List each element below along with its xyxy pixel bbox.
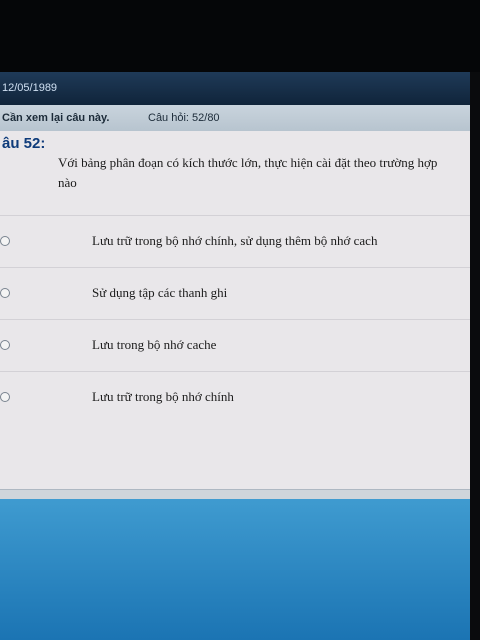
answer-option-label: Lưu trữ trong bộ nhớ chính, sử dụng thêm… xyxy=(92,233,378,248)
radio-button[interactable] xyxy=(0,288,10,298)
review-flag-link[interactable]: Cần xem lại câu này. xyxy=(2,112,109,124)
answer-option-label: Lưu trữ trong bộ nhớ chính xyxy=(92,389,234,404)
title-bar: 12/05/1989 xyxy=(0,72,472,105)
answer-option-label: Lưu trong bộ nhớ cache xyxy=(92,337,217,352)
question-toolbar: Cần xem lại câu này. Câu hỏi: 52/80 xyxy=(0,105,470,132)
question-text: Với bảng phân đoạn có kích thước lớn, th… xyxy=(58,155,438,190)
question-panel: âu 52: Với bảng phân đoạn có kích thước … xyxy=(0,131,470,489)
radio-button[interactable] xyxy=(0,340,10,350)
question-title: âu 52: xyxy=(2,135,46,152)
answer-option[interactable]: Lưu trữ trong bộ nhớ chính xyxy=(0,371,470,424)
answer-option-label: Sử dụng tập các thanh ghi xyxy=(92,285,228,300)
question-counter: Câu hỏi: 52/80 xyxy=(148,112,220,124)
radio-button[interactable] xyxy=(0,392,10,402)
monitor-edge xyxy=(470,72,480,640)
monitor-bezel xyxy=(0,0,480,72)
answer-option[interactable]: Sử dụng tập các thanh ghi xyxy=(0,267,470,320)
answer-option[interactable]: Lưu trong bộ nhớ cache xyxy=(0,319,470,372)
radio-button[interactable] xyxy=(0,236,10,246)
desktop-background xyxy=(0,499,470,640)
date-label: 12/05/1989 xyxy=(2,82,58,94)
answer-option[interactable]: Lưu trữ trong bộ nhớ chính, sử dụng thêm… xyxy=(0,215,470,268)
